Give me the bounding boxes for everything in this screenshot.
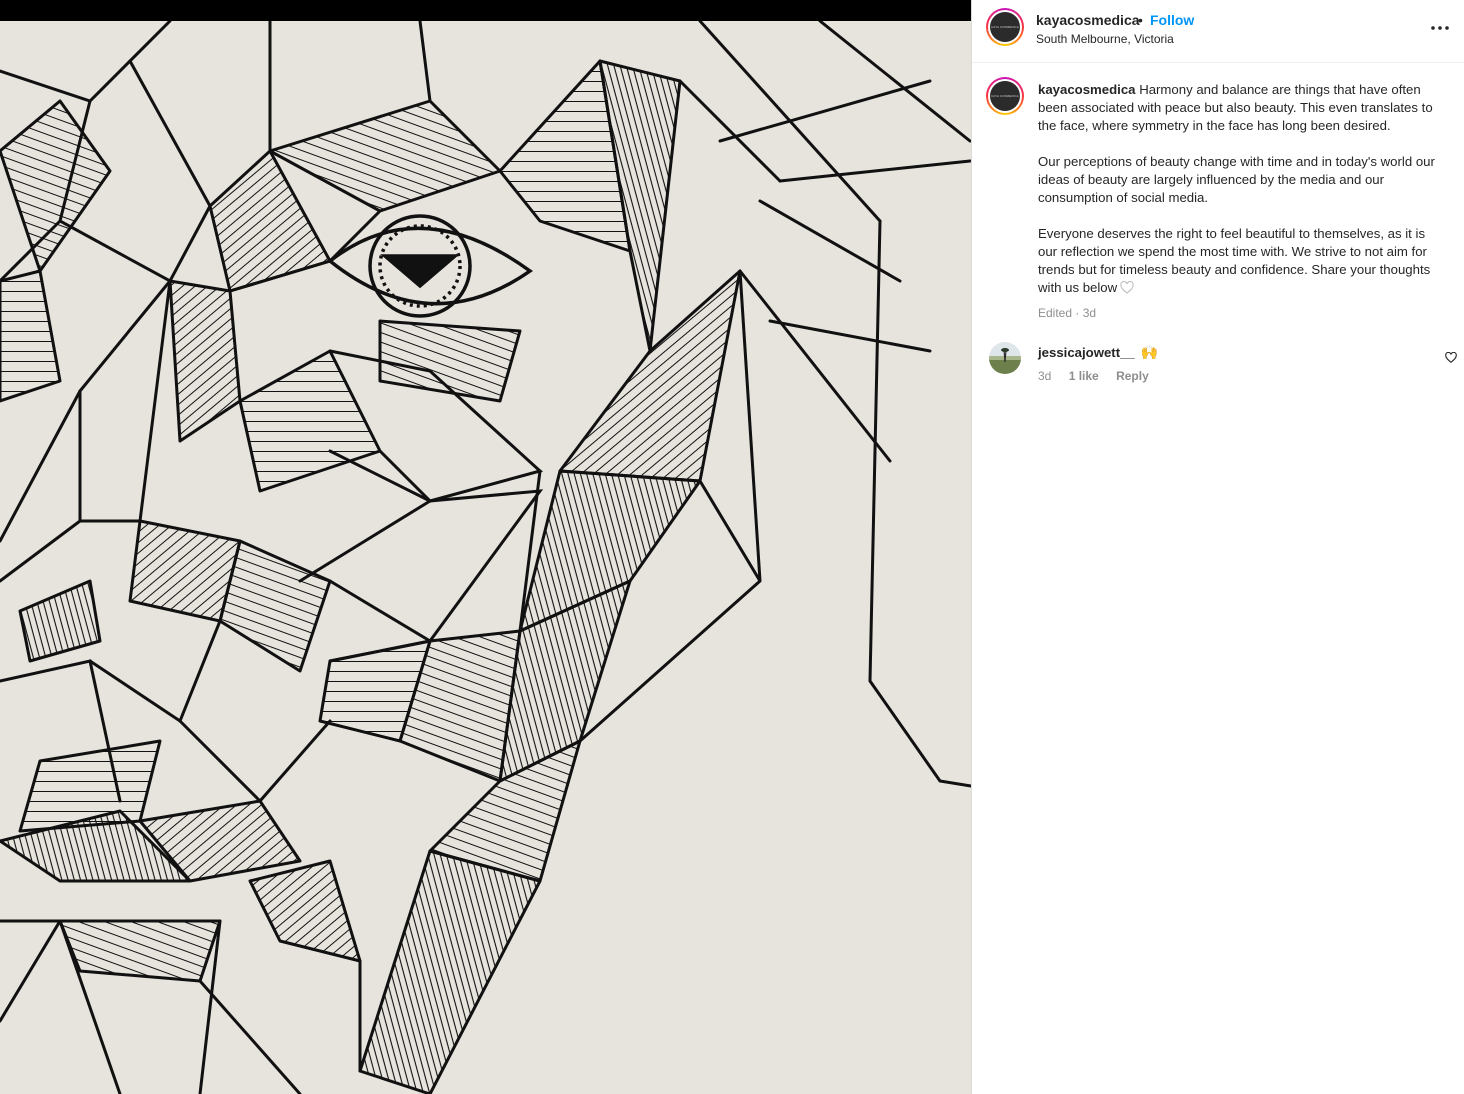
comment-like-button[interactable]: [1445, 350, 1457, 368]
caption-paragraph: Everyone deserves the right to feel beau…: [1038, 226, 1431, 295]
more-horizontal-icon: [1431, 26, 1449, 30]
comment-likes[interactable]: 1 like: [1069, 369, 1099, 383]
commenter-avatar[interactable]: [989, 342, 1021, 374]
comment-username[interactable]: jessicajowett__: [1038, 345, 1135, 360]
reply-button[interactable]: Reply: [1116, 369, 1149, 383]
post-media[interactable]: [0, 0, 971, 1094]
caption-username[interactable]: kayacosmedica: [1038, 82, 1136, 97]
account-avatar-image: KAYA COSMEDICA: [990, 12, 1020, 42]
caption-text: kayacosmedica Harmony and balance are th…: [1038, 81, 1446, 322]
caption-paragraph: Our perceptions of beauty change with ti…: [1038, 154, 1435, 205]
post-details-panel: KAYA COSMEDICA kayacosmedica • Follow So…: [971, 0, 1464, 1094]
commenter-avatar-image: [989, 342, 1021, 374]
caption-edited-time: Edited · 3d: [1038, 306, 1097, 320]
post-location[interactable]: South Melbourne, Victoria: [1036, 32, 1174, 46]
comment-text: jessicajowett__ 🙌: [1038, 344, 1158, 361]
caption-avatar-image: KAYA COSMEDICA: [990, 81, 1020, 111]
heart-outline-icon: [1445, 351, 1457, 363]
follow-button[interactable]: Follow: [1150, 12, 1194, 28]
geometric-face-artwork: [0, 21, 971, 1094]
comment-emoji: 🙌: [1140, 344, 1159, 360]
caption-paragraph: kayacosmedica Harmony and balance are th…: [1038, 82, 1433, 133]
separator-dot: •: [1138, 12, 1143, 28]
account-username[interactable]: kayacosmedica: [1036, 12, 1140, 28]
account-avatar[interactable]: KAYA COSMEDICA: [986, 8, 1024, 46]
heart-outline-icon: [1120, 281, 1134, 294]
comment-meta: 3d 1 like Reply: [1038, 369, 1163, 383]
post-header: KAYA COSMEDICA kayacosmedica • Follow So…: [972, 0, 1464, 63]
more-options-button[interactable]: [1428, 18, 1452, 38]
caption-avatar[interactable]: KAYA COSMEDICA: [986, 77, 1024, 115]
media-top-bar: [0, 0, 971, 21]
comment-item: jessicajowett__ 🙌 3d 1 like Reply: [972, 339, 1464, 389]
comment-time[interactable]: 3d: [1038, 369, 1051, 383]
